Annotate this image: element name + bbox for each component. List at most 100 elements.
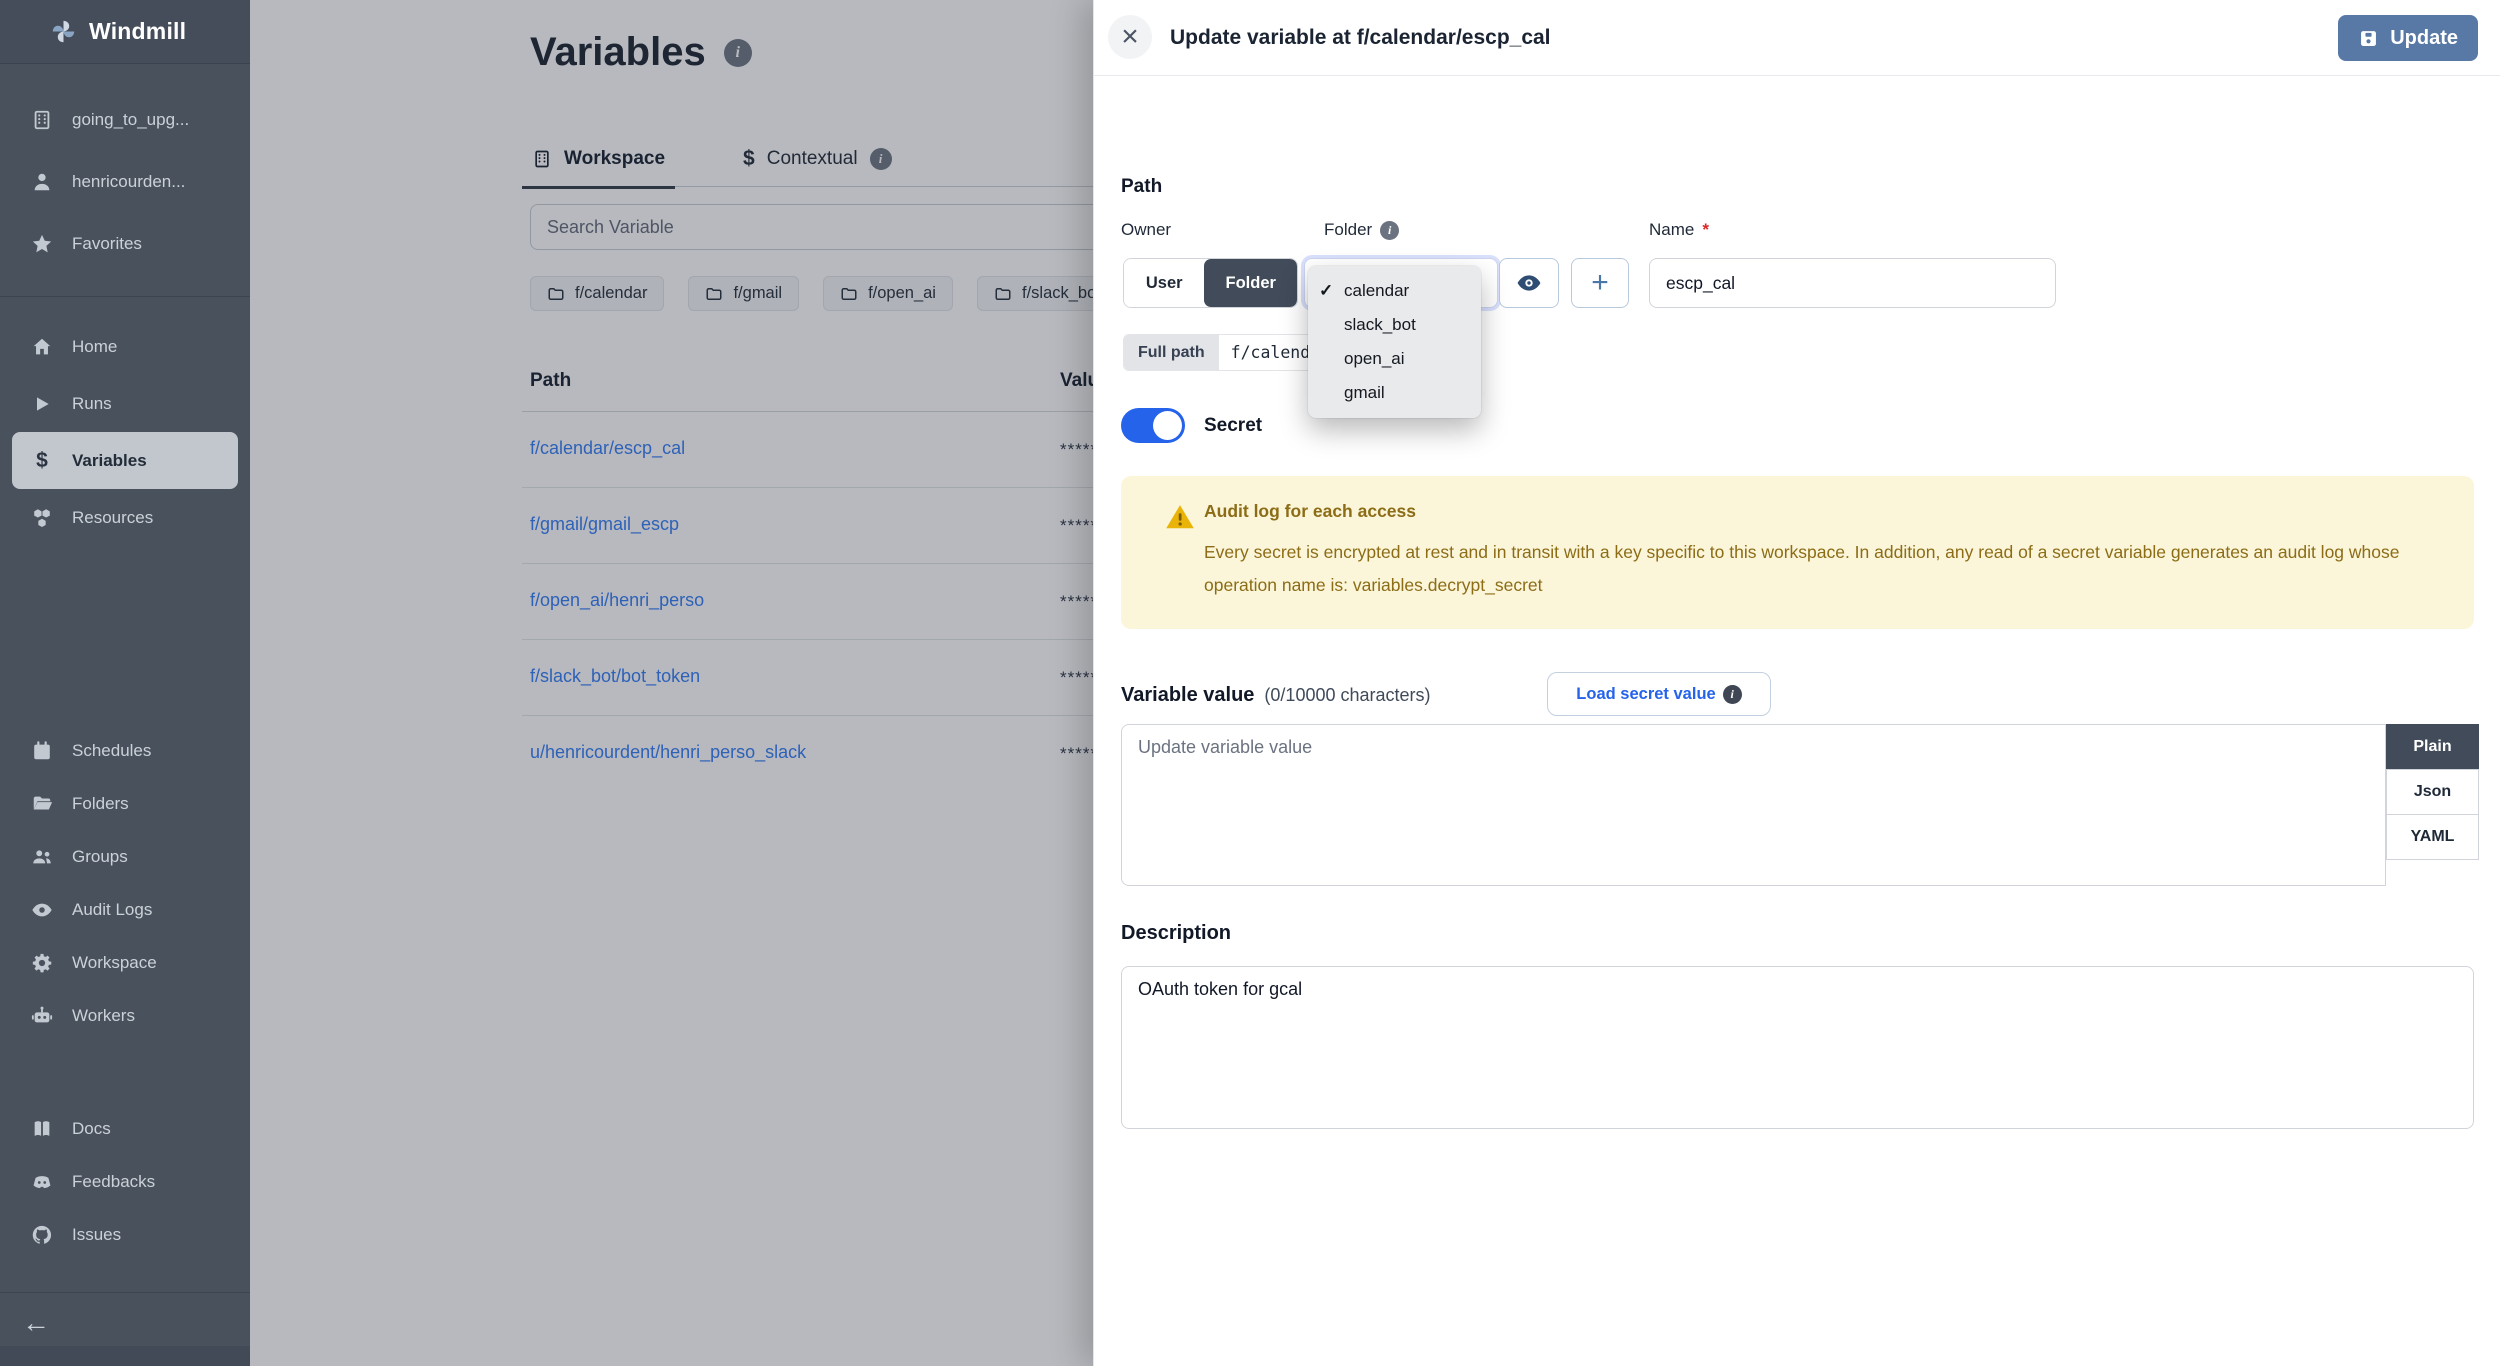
eye-icon <box>1516 270 1542 296</box>
variable-value-textarea[interactable] <box>1121 724 2386 886</box>
sidebar-item-schedules[interactable]: Schedules <box>0 724 250 777</box>
description-textarea[interactable]: OAuth token for gcal <box>1121 966 2474 1129</box>
folder-dropdown-menu: calendar slack_bot open_ai gmail <box>1308 266 1481 418</box>
owner-user-button[interactable]: User <box>1124 259 1204 307</box>
format-tab-plain[interactable]: Plain <box>2386 724 2479 770</box>
value-format-tabs: Plain Json YAML <box>2386 724 2479 860</box>
calendar-icon <box>30 739 54 763</box>
dropdown-option-gmail[interactable]: gmail <box>1308 376 1481 410</box>
owner-folder-button[interactable]: Folder <box>1204 259 1297 307</box>
folder-label: Folder <box>1324 220 1399 240</box>
name-label-text: Name <box>1649 220 1694 240</box>
description-heading: Description <box>1121 922 1231 945</box>
required-asterisk: * <box>1702 220 1709 240</box>
sidebar-item-feedbacks[interactable]: Feedbacks <box>0 1155 250 1208</box>
name-label: Name * <box>1649 220 1709 240</box>
sidebar-item-resources[interactable]: Resources <box>0 489 250 546</box>
nav-label: Home <box>72 337 117 357</box>
variable-name-input[interactable] <box>1649 258 2056 308</box>
app-logo[interactable]: Windmill <box>0 0 250 64</box>
home-icon <box>30 335 54 359</box>
sidebar-item-home[interactable]: Home <box>0 318 250 375</box>
nav-label: Feedbacks <box>72 1172 155 1192</box>
info-icon[interactable] <box>1380 221 1399 240</box>
secret-label: Secret <box>1204 408 1262 443</box>
sidebar-item-folders[interactable]: Folders <box>0 777 250 830</box>
sidebar-divider <box>0 1292 250 1293</box>
sidebar-item-workers[interactable]: Workers <box>0 989 250 1042</box>
nav-label: Variables <box>72 451 147 471</box>
update-button[interactable]: Update <box>2338 15 2478 61</box>
sidebar-top-nav: going_to_upg... henricourden... Favorite… <box>0 92 250 272</box>
sidebar-admin-nav: Schedules Folders Groups Audit Logs <box>0 724 250 1042</box>
dropdown-option-slack-bot[interactable]: slack_bot <box>1308 308 1481 342</box>
preview-folder-button[interactable] <box>1499 258 1559 308</box>
add-folder-button[interactable] <box>1571 258 1629 308</box>
nav-label: Issues <box>72 1225 121 1245</box>
sidebar-item-runs[interactable]: Runs <box>0 375 250 432</box>
sidebar-links-nav: Docs Feedbacks Issues <box>0 1102 250 1261</box>
warning-title: Audit log for each access <box>1204 501 1416 522</box>
close-button[interactable] <box>1108 15 1152 59</box>
sidebar-item-docs[interactable]: Docs <box>0 1102 250 1155</box>
user-icon <box>30 170 54 194</box>
owner-kind-segmented: User Folder <box>1123 258 1298 308</box>
building-icon <box>30 108 54 132</box>
folder-icon <box>30 792 54 816</box>
windmill-logo-icon <box>50 18 77 45</box>
option-label: open_ai <box>1344 349 1405 369</box>
load-secret-value-button[interactable]: Load secret value <box>1547 672 1771 716</box>
close-icon <box>1121 22 1139 52</box>
warning-icon <box>1165 502 1195 532</box>
arrow-left-icon <box>22 1307 50 1339</box>
sidebar-item-favorites[interactable]: Favorites <box>0 216 250 272</box>
nav-label: Workspace <box>72 953 157 973</box>
dropdown-option-calendar[interactable]: calendar <box>1308 274 1481 308</box>
variable-value-header: Variable value (0/10000 characters) <box>1121 672 1431 718</box>
drawer-title: Update variable at f/calendar/escp_cal <box>1170 0 1551 76</box>
warning-body: Every secret is encrypted at rest and in… <box>1204 536 2456 602</box>
cubes-icon <box>30 506 54 530</box>
nav-label: Schedules <box>72 741 151 761</box>
book-icon <box>30 1117 54 1141</box>
discord-icon <box>30 1170 54 1194</box>
eye-icon <box>30 898 54 922</box>
drawer-header: Update variable at f/calendar/escp_cal U… <box>1094 0 2500 76</box>
format-tab-json[interactable]: Json <box>2386 769 2479 815</box>
sidebar-item-variables[interactable]: Variables <box>12 432 238 489</box>
sidebar-item-workspace-settings[interactable]: Workspace <box>0 936 250 989</box>
sidebar-item-account[interactable]: henricourden... <box>0 154 250 210</box>
sidebar-divider <box>0 296 250 297</box>
nav-label: Runs <box>72 394 112 414</box>
sidebar-item-groups[interactable]: Groups <box>0 830 250 883</box>
check-icon <box>1319 281 1339 301</box>
update-variable-drawer: Update variable at f/calendar/escp_cal U… <box>1093 0 2500 1366</box>
dollar-icon <box>30 449 54 473</box>
sidebar-item-workspace-switcher[interactable]: going_to_upg... <box>0 92 250 148</box>
sidebar-footer-strip <box>0 1346 250 1366</box>
sidebar: Windmill going_to_upg... henricou <box>0 0 250 1366</box>
option-label: slack_bot <box>1344 315 1416 335</box>
nav-label: Workers <box>72 1006 135 1026</box>
favorites-label: Favorites <box>72 234 142 254</box>
option-label: gmail <box>1344 383 1385 403</box>
plus-icon <box>1591 268 1609 298</box>
nav-label: Folders <box>72 794 129 814</box>
sidebar-item-issues[interactable]: Issues <box>0 1208 250 1261</box>
dropdown-option-open-ai[interactable]: open_ai <box>1308 342 1481 376</box>
path-section-heading: Path <box>1121 176 1162 198</box>
update-button-label: Update <box>2390 27 2458 50</box>
sidebar-item-audit-logs[interactable]: Audit Logs <box>0 883 250 936</box>
option-label: calendar <box>1344 281 1409 301</box>
secret-toggle[interactable] <box>1121 408 1185 443</box>
collapse-sidebar-button[interactable] <box>0 1300 250 1346</box>
full-path-label: Full path <box>1124 335 1219 370</box>
play-icon <box>30 392 54 416</box>
github-icon <box>30 1223 54 1247</box>
account-label: henricourden... <box>72 172 185 192</box>
format-tab-yaml[interactable]: YAML <box>2386 814 2479 860</box>
windmill-app: Windmill going_to_upg... henricou <box>0 0 2500 1366</box>
nav-label: Audit Logs <box>72 900 152 920</box>
robot-icon <box>30 1004 54 1028</box>
nav-label: Groups <box>72 847 128 867</box>
